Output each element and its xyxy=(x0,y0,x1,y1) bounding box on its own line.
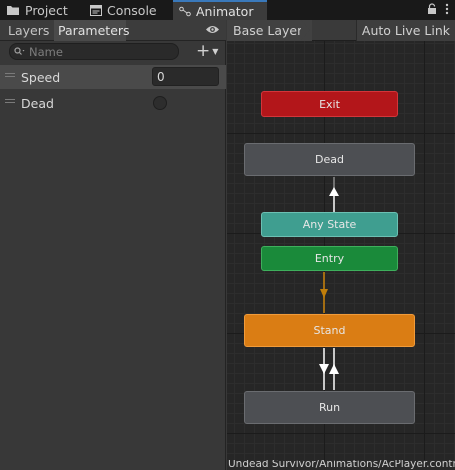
parameters-panel: Layers Parameters + ▼ Speed 0 Dead xyxy=(0,20,226,470)
breadcrumb-arrow xyxy=(301,20,310,40)
kebab-menu-icon[interactable] xyxy=(445,3,449,18)
animator-icon xyxy=(179,6,191,17)
state-exit[interactable]: Exit xyxy=(261,91,398,117)
tab-layers[interactable]: Layers xyxy=(4,20,54,41)
auto-live-link-button[interactable]: Auto Live Link xyxy=(355,20,455,41)
breadcrumb: Base Layer Auto Live Link xyxy=(227,20,455,41)
arrow-down-icon xyxy=(320,289,328,298)
state-machine-grid[interactable]: Exit Dead Any State Entry Stand Run xyxy=(227,41,455,460)
state-dead[interactable]: Dead xyxy=(244,143,415,176)
parameter-name: Speed xyxy=(21,69,61,85)
animator-graph-view: Base Layer Auto Live Link Exit Dead Any … xyxy=(227,20,455,470)
tab-parameters[interactable]: Parameters xyxy=(54,20,130,41)
breadcrumb-base-layer[interactable]: Base Layer xyxy=(227,20,313,41)
state-run[interactable]: Run xyxy=(244,391,415,424)
parameter-name: Dead xyxy=(21,95,54,111)
tab-project[interactable]: Project xyxy=(6,0,68,20)
asset-path-label: Undead Survivor/Animations/AcPlayer.cont… xyxy=(228,460,455,470)
add-parameter-button[interactable]: + ▼ xyxy=(196,43,218,60)
eye-icon[interactable] xyxy=(205,24,220,38)
search-icon xyxy=(14,45,25,59)
parameter-bool-toggle[interactable] xyxy=(153,96,167,110)
window-tab-bar: Project Console Animator xyxy=(0,0,455,20)
parameter-search-box[interactable] xyxy=(9,43,179,60)
tab-project-label: Project xyxy=(25,2,68,18)
state-stand[interactable]: Stand xyxy=(244,314,415,347)
folder-icon xyxy=(6,4,20,16)
parameter-float-field[interactable]: 0 xyxy=(152,67,219,86)
tab-animator-label: Animator xyxy=(196,3,254,19)
parameter-search-row: + ▼ xyxy=(0,41,226,63)
left-panel-tabs: Layers Parameters xyxy=(0,20,226,41)
arrow-down-icon xyxy=(319,364,329,374)
state-entry[interactable]: Entry xyxy=(261,246,398,271)
arrow-up-icon xyxy=(329,364,339,374)
parameter-row-dead[interactable]: Dead xyxy=(0,91,226,115)
console-icon xyxy=(90,4,102,16)
parameter-search-input[interactable] xyxy=(29,44,169,59)
tab-console[interactable]: Console xyxy=(90,0,157,20)
parameter-row-speed[interactable]: Speed 0 xyxy=(0,65,226,89)
state-any-state[interactable]: Any State xyxy=(261,212,398,237)
drag-handle-icon[interactable] xyxy=(5,99,15,106)
tab-console-label: Console xyxy=(107,2,157,18)
window-controls xyxy=(427,3,449,18)
lock-icon[interactable] xyxy=(427,3,437,18)
add-parameter-label: + xyxy=(196,41,211,61)
tab-animator[interactable]: Animator xyxy=(173,0,267,20)
arrow-up-icon xyxy=(329,187,339,196)
asset-path-status-bar: Undead Survivor/Animations/AcPlayer.cont… xyxy=(227,460,455,470)
drag-handle-icon[interactable] xyxy=(5,73,15,80)
chevron-down-icon: ▼ xyxy=(212,47,219,56)
